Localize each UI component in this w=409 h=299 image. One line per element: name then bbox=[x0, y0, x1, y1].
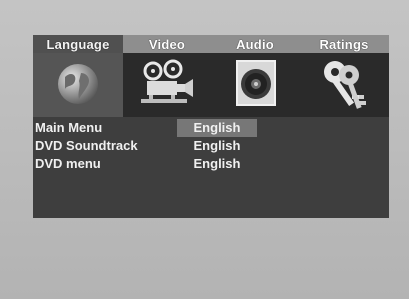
language-icon-cell[interactable] bbox=[33, 53, 123, 117]
video-icon-cell[interactable] bbox=[123, 53, 211, 117]
audio-icon-cell[interactable] bbox=[211, 53, 299, 117]
film-projector-icon bbox=[141, 59, 193, 103]
setting-label: DVD menu bbox=[35, 156, 101, 171]
speaker-icon bbox=[236, 60, 276, 106]
globe-icon bbox=[58, 64, 98, 104]
tab-icon-row bbox=[33, 53, 389, 117]
tab-audio[interactable]: Audio bbox=[211, 35, 299, 53]
setting-label: DVD Soundtrack bbox=[35, 138, 138, 153]
setting-value[interactable]: English bbox=[177, 155, 257, 173]
setting-label: Main Menu bbox=[35, 120, 103, 135]
setting-value[interactable]: English bbox=[177, 137, 257, 155]
menu-tabs: Language Video Audio Ratings bbox=[33, 35, 389, 53]
setup-menu-panel: Language Video Audio Ratings Main Menu E… bbox=[33, 35, 389, 218]
setting-row-main-menu[interactable]: Main Menu English bbox=[33, 119, 389, 137]
setting-value-selected[interactable]: English bbox=[177, 119, 257, 137]
setting-row-dvd-menu[interactable]: DVD menu English bbox=[33, 155, 389, 173]
tab-language[interactable]: Language bbox=[33, 35, 123, 53]
tv-screen: Language Video Audio Ratings Main Menu E… bbox=[0, 0, 409, 299]
tab-video[interactable]: Video bbox=[123, 35, 211, 53]
language-settings-list: Main Menu English DVD Soundtrack English… bbox=[33, 119, 389, 173]
tab-ratings[interactable]: Ratings bbox=[299, 35, 389, 53]
ratings-icon-cell[interactable] bbox=[299, 53, 389, 117]
setting-row-dvd-soundtrack[interactable]: DVD Soundtrack English bbox=[33, 137, 389, 155]
keys-icon bbox=[324, 61, 366, 109]
